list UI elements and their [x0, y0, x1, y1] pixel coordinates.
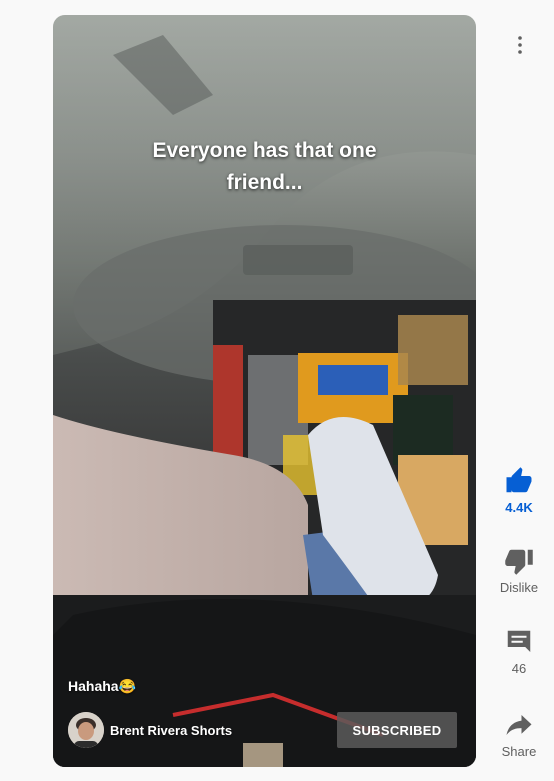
dislike-label: Dislike [499, 580, 539, 595]
share-button[interactable]: Share [484, 710, 554, 759]
more-options-button[interactable] [508, 33, 532, 57]
dislike-button[interactable]: Dislike [484, 546, 554, 595]
video-frame-image [53, 15, 476, 767]
more-vert-icon [518, 36, 522, 54]
thumbs-up-icon [506, 467, 532, 493]
thumbs-down-icon [505, 549, 533, 575]
like-button[interactable]: 4.4K [484, 466, 554, 515]
avatar-image [68, 712, 104, 748]
channel-name[interactable]: Brent Rivera Shorts [110, 723, 232, 738]
caption-line-2: friend... [226, 171, 303, 194]
video-description: Hahaha😂 [68, 678, 137, 694]
share-icon [506, 715, 532, 735]
channel-row: Brent Rivera Shorts SUBSCRIBED [68, 712, 457, 748]
comment-icon [507, 630, 531, 652]
comments-button[interactable]: 46 [484, 627, 554, 676]
video-caption: Everyone has that one friend... [53, 135, 476, 199]
share-label: Share [501, 744, 537, 759]
channel-avatar[interactable] [68, 712, 104, 748]
caption-line-1: Everyone has that one [152, 139, 377, 162]
like-count: 4.4K [505, 500, 533, 515]
subscribe-button[interactable]: SUBSCRIBED [337, 712, 457, 748]
shorts-video-player[interactable]: Everyone has that one friend... Hahaha😂 … [53, 15, 476, 767]
comments-count: 46 [511, 661, 527, 676]
